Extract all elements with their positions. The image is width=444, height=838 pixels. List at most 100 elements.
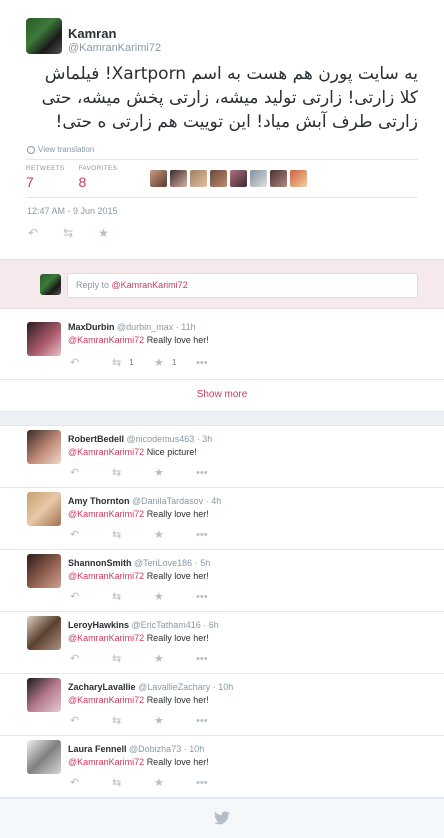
reply-item[interactable]: MaxDurbin @durbin_max · 11h @KamranKarim… xyxy=(0,318,444,380)
reply-icon[interactable]: ↶ xyxy=(70,714,112,727)
reply-time[interactable]: 10h xyxy=(218,682,233,692)
reply-mention[interactable]: @KamranKarimi72 xyxy=(68,447,144,457)
reply-input[interactable]: Reply to @KamranKarimi72 xyxy=(67,273,418,298)
reply-mention[interactable]: @KamranKarimi72 xyxy=(68,509,144,519)
star-icon[interactable]: ★ 1 xyxy=(154,356,196,369)
star-icon[interactable]: ★ xyxy=(98,226,109,240)
more-icon[interactable]: ••• xyxy=(196,653,238,665)
star-icon[interactable]: ★ xyxy=(154,528,196,541)
reply-item[interactable]: ShannonSmith @TeriLove186 · 5h @KamranKa… xyxy=(0,550,444,612)
reply-time[interactable]: 3h xyxy=(202,434,212,444)
show-more-link[interactable]: Show more xyxy=(0,380,444,412)
reply-actions: ↶ ⇆ 1 ★ 1 ••• xyxy=(70,356,238,370)
more-icon[interactable]: ••• xyxy=(196,715,238,727)
reply-icon[interactable]: ↶ xyxy=(70,466,112,479)
reply-author-handle[interactable]: @nicodemus463 xyxy=(127,434,195,444)
star-icon[interactable]: ★ xyxy=(154,776,196,789)
tweet-timestamp[interactable]: 12:47 AM - 9 Jun 2015 xyxy=(27,206,118,216)
reply-item[interactable]: ZacharyLavallie @LavallieZachary · 10h @… xyxy=(0,674,444,736)
reply-author-name[interactable]: MaxDurbin xyxy=(68,322,115,332)
more-icon[interactable]: ••• xyxy=(196,777,238,789)
reply-item[interactable]: LeroyHawkins @EricTatham416 · 6h @Kamran… xyxy=(0,612,444,674)
reply-time[interactable]: 6h xyxy=(209,620,219,630)
favoriter-avatar[interactable] xyxy=(290,170,307,187)
reply-item[interactable]: Amy Thornton @DanilaTardasov · 4h @Kamra… xyxy=(0,488,444,550)
view-translation-label: View translation xyxy=(38,145,95,154)
reply-time[interactable]: 11h xyxy=(181,322,195,332)
star-icon[interactable]: ★ xyxy=(154,590,196,603)
favoriter-avatar[interactable] xyxy=(210,170,227,187)
reply-author-handle[interactable]: @EricTatham416 xyxy=(132,620,201,630)
retweet-icon[interactable]: ⇆ xyxy=(63,226,73,240)
reply-avatar[interactable] xyxy=(27,678,61,712)
more-icon[interactable]: ••• xyxy=(196,529,238,541)
reply-mention[interactable]: @KamranKarimi72 xyxy=(68,633,144,643)
reply-icon[interactable]: ↶ xyxy=(70,776,112,789)
retweet-icon[interactable]: ⇆ xyxy=(112,590,154,603)
reply-icon[interactable]: ↶ xyxy=(70,528,112,541)
reply-author-handle[interactable]: @Dobizha73 xyxy=(129,744,181,754)
view-translation-link[interactable]: View translation xyxy=(27,145,94,154)
favoriter-avatar[interactable] xyxy=(250,170,267,187)
more-icon[interactable]: ••• xyxy=(196,357,238,369)
reply-avatar[interactable] xyxy=(27,616,61,650)
more-icon[interactable]: ••• xyxy=(196,467,238,479)
author-name[interactable]: Kamran xyxy=(68,26,116,41)
reply-avatar[interactable] xyxy=(27,322,61,356)
reply-author-name[interactable]: LeroyHawkins xyxy=(68,620,129,630)
reply-author-handle[interactable]: @durbin_max xyxy=(117,322,173,332)
reply-time[interactable]: 5h xyxy=(200,558,210,568)
star-icon[interactable]: ★ xyxy=(154,466,196,479)
star-icon[interactable]: ★ xyxy=(154,652,196,665)
retweet-icon[interactable]: ⇆ 1 xyxy=(112,356,154,369)
more-icon[interactable]: ••• xyxy=(196,591,238,603)
retweet-icon[interactable]: ⇆ xyxy=(112,466,154,479)
author-avatar[interactable] xyxy=(26,18,62,54)
reply-author-name[interactable]: RobertBedell xyxy=(68,434,124,444)
reply-author-name[interactable]: Laura Fennell xyxy=(68,744,127,754)
reply-mention[interactable]: @KamranKarimi72 xyxy=(68,571,144,581)
reply-icon[interactable]: ↶ xyxy=(70,652,112,665)
retweets-label: RETWEETS xyxy=(26,165,65,172)
retweet-icon[interactable]: ⇆ xyxy=(112,776,154,789)
reply-header: Amy Thornton @DanilaTardasov · 4h xyxy=(68,496,222,506)
favoriter-avatar[interactable] xyxy=(190,170,207,187)
favoriter-avatar[interactable] xyxy=(230,170,247,187)
reply-mention[interactable]: @KamranKarimi72 xyxy=(68,335,144,345)
reply-time[interactable]: 4h xyxy=(211,496,221,506)
retweets-stat[interactable]: RETWEETS 7 xyxy=(26,165,65,190)
reply-mention[interactable]: @KamranKarimi72 xyxy=(68,695,144,705)
twitter-bird-icon[interactable] xyxy=(214,811,230,825)
reply-avatar[interactable] xyxy=(27,554,61,588)
retweet-icon[interactable]: ⇆ xyxy=(112,652,154,665)
reply-actions: ↶ ⇆ ★ ••• xyxy=(70,590,238,604)
reply-author-name[interactable]: ZacharyLavallie xyxy=(68,682,136,692)
favoriter-avatar[interactable] xyxy=(170,170,187,187)
reply-header: LeroyHawkins @EricTatham416 · 6h xyxy=(68,620,219,630)
reply-icon[interactable]: ↶ xyxy=(70,356,112,369)
reply-icon[interactable]: ↶ xyxy=(28,226,38,240)
favoriter-avatar[interactable] xyxy=(150,170,167,187)
reply-actions: ↶ ⇆ ★ ••• xyxy=(70,776,238,790)
reply-author-handle[interactable]: @LavallieZachary xyxy=(138,682,210,692)
reply-time[interactable]: 10h xyxy=(189,744,204,754)
reply-body: Really love her! xyxy=(146,757,209,767)
reply-author-handle[interactable]: @TeriLove186 xyxy=(134,558,192,568)
reply-icon[interactable]: ↶ xyxy=(70,590,112,603)
star-icon[interactable]: ★ xyxy=(154,714,196,727)
reply-item[interactable]: RobertBedell @nicodemus463 · 3h @KamranK… xyxy=(0,426,444,488)
reply-item[interactable]: Laura Fennell @Dobizha73 · 10h @KamranKa… xyxy=(0,736,444,798)
reply-mention[interactable]: @KamranKarimi72 xyxy=(68,757,144,767)
reply-author-name[interactable]: ShannonSmith xyxy=(68,558,132,568)
author-handle[interactable]: @KamranKarimi72 xyxy=(68,42,161,54)
favorites-stat[interactable]: FAVORITES 8 xyxy=(79,165,118,190)
reply-author-name[interactable]: Amy Thornton xyxy=(68,496,130,506)
favoriter-avatar[interactable] xyxy=(270,170,287,187)
reply-author-handle[interactable]: @DanilaTardasov xyxy=(132,496,203,506)
retweet-icon[interactable]: ⇆ xyxy=(112,528,154,541)
reply-avatar[interactable] xyxy=(27,492,61,526)
reply-avatar[interactable] xyxy=(27,740,61,774)
tweet-card: Kamran @KamranKarimi72 یه سایت پورن هم ه… xyxy=(0,0,444,838)
retweet-icon[interactable]: ⇆ xyxy=(112,714,154,727)
reply-avatar[interactable] xyxy=(27,430,61,464)
